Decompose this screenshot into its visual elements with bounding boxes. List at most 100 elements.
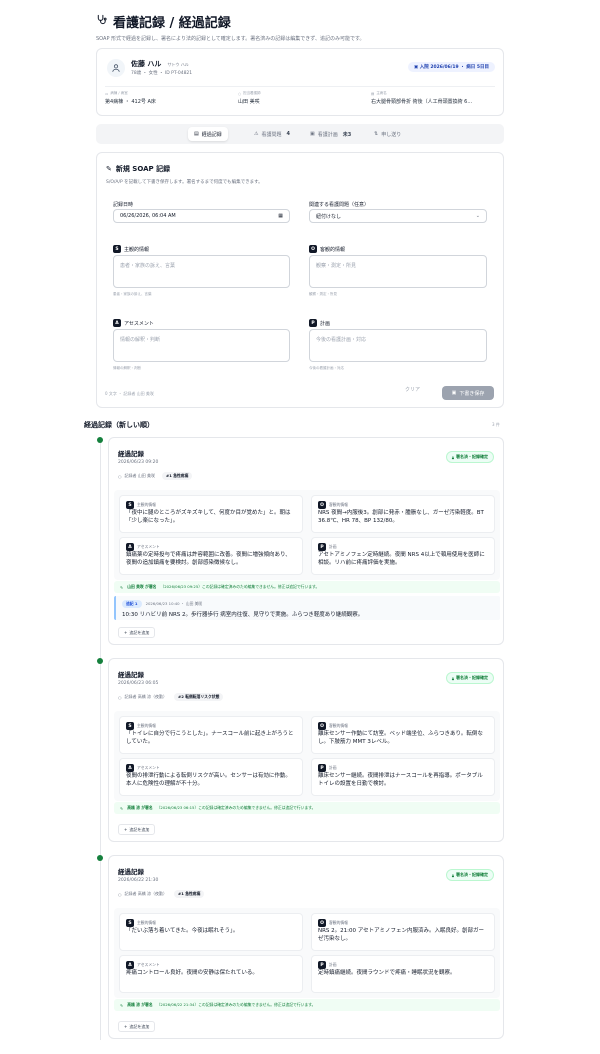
- entry-recorder: ○ 記録者 高橋 涼（夜勤） #2 転倒転落リスク状態: [118, 693, 224, 701]
- records-section-title: 経過記録（新しい順）: [84, 421, 154, 429]
- add-addendum-button[interactable]: + 追記を追加: [118, 627, 156, 638]
- divider: [105, 86, 495, 87]
- p-label: P 計画: [309, 319, 330, 327]
- soap-grid: S 主観的情報 「夜中に腿のところがズキズキして、何度か目が覚めた」と。朝は「少し…: [114, 490, 500, 580]
- clear-button[interactable]: クリア: [405, 386, 420, 393]
- s-hint: 患者・家族の訴え、言葉: [113, 292, 152, 296]
- soap-o: O 客観的情報 離床センサー作動にて訪室。ベッド端坐位、ふらつきあり。転倒なし。下…: [311, 716, 495, 754]
- record-entry: 経過記録 2026/06/23 09:20 ○ 記録者 山田 美咲 #1 急性疼…: [108, 437, 504, 645]
- tab-handover[interactable]: ⇅ 申し送り: [368, 127, 407, 141]
- document-icon: ▤: [194, 131, 199, 137]
- page-header: 看護記録 / 経過記録 SOAP 形式で経過を記録し、署名により法的記録として確…: [96, 12, 516, 42]
- tab-progress-record[interactable]: ▤ 経過記録: [188, 127, 228, 141]
- person-icon: ○: [118, 473, 122, 479]
- soap-a: A アセスメント 夜間の排泄行動による転倒リスクが高い。センサーは有効に作動。本人…: [119, 758, 303, 796]
- person-icon: ○: [238, 91, 242, 96]
- patient-meta: 78歳 ・ 女性 ・ ID PT-04821: [131, 71, 193, 76]
- entry-time: 2026/06/23 09:20: [118, 460, 159, 465]
- lock-icon: 🔒︎: [451, 454, 454, 460]
- timeline-line: [99, 440, 101, 1040]
- record-entry: 経過記録 2026/06/22 21:30 ○ 記録者 高橋 涼（夜勤） #1 …: [108, 855, 504, 1039]
- soap-s: S 主観的情報 「トイレに自分で行こうとした」。ナースコール前に起き上がろうとして…: [119, 716, 303, 754]
- a-textarea[interactable]: 情報の解釈・判断: [113, 329, 290, 362]
- record-tabs: ▤ 経過記録 ⚠ 看護問題 4 ▣ 看護計画 未3 ⇅ 申し送り: [96, 124, 504, 144]
- soap-s: S 主観的情報 「夜中に腿のところがズキズキして、何度か目が覚めた」と。朝は「少し…: [119, 495, 303, 533]
- calendar-icon: ▣: [413, 65, 419, 70]
- tab-nursing-plan[interactable]: ▣ 看護計画 未3: [304, 127, 357, 141]
- new-soap-description: S/O/A/P を記載して下書き保存します。署名するまで何度でも編集できます。: [106, 180, 263, 185]
- soap-grid: S 主観的情報 「だいぶ落ち着いてきた。今夜は眠れそう」。 O 客観的情報 NRS …: [114, 908, 500, 998]
- problem-label: 関連する看護問題（任意）: [309, 202, 370, 208]
- nursing-record-page: 看護記録 / 経過記録 SOAP 形式で経過を記録し、署名により法的記録として確…: [0, 0, 600, 1054]
- chevron-down-icon: ⌄: [475, 213, 480, 219]
- a-label: A アセスメント: [113, 319, 154, 327]
- swap-icon: ⇅: [374, 131, 379, 137]
- pen-icon: ✎: [120, 805, 124, 811]
- new-soap-title: ✎ 新規 SOAP 記録: [106, 165, 171, 173]
- entry-recorder: ○ 記録者 高橋 涼（夜勤） #1 急性疼痛: [118, 890, 205, 898]
- datetime-input[interactable]: 06/26/2026, 06:04 AM ▦: [113, 209, 290, 223]
- s-label: S 主観的情報: [113, 245, 149, 253]
- add-addendum-button[interactable]: + 追記を追加: [118, 824, 156, 835]
- bed-icon: ▭: [105, 91, 109, 96]
- pen-icon: ✎: [120, 1002, 124, 1008]
- signed-badge: 🔒︎ 署名済・記録確定: [445, 451, 494, 463]
- soap-p: P 計画 アセトアミノフェン定時継続。夜間 NRS 4以上で頓用使用を医師に相談。…: [311, 537, 495, 575]
- soap-a: A アセスメント 鎮痛薬の定時投与で疼痛は許容範囲に改善。夜間に増強傾向あり、夜間…: [119, 537, 303, 575]
- signature-notice: ✎ 山田 美咲 が署名 （2026/06/23 09:25）この記録は確定済みの…: [114, 581, 500, 593]
- entry-title: 経過記録: [118, 450, 144, 458]
- page-title: 看護記録 / 経過記録: [96, 12, 516, 31]
- lock-icon: 🔒︎: [451, 675, 454, 681]
- signed-badge: 🔒︎ 署名済・記録確定: [445, 672, 494, 684]
- soap-o: O 客観的情報 NRS 夜間→内服後3。創部に発赤・腫脹なし、ガーゼ汚染軽度。BT…: [311, 495, 495, 533]
- new-soap-footer-meta: 0 文字 ・ 記録者 山田 美咲: [105, 391, 154, 396]
- diagnosis-info: ▤ 主病名 右大腿骨頸部骨折 術後（人工骨頭置換術 6...: [371, 91, 473, 105]
- plus-icon: +: [124, 1024, 128, 1029]
- signature-notice: ✎ 高橋 涼 が署名 （2026/06/22 21:34）この記録は確定済みのた…: [114, 999, 500, 1011]
- save-draft-button[interactable]: ▣ 下書き保存: [442, 386, 494, 400]
- timeline-dot: [97, 855, 103, 861]
- record-entry: 経過記録 2026/06/23 06:05 ○ 記録者 高橋 涼（夜勤） #2 …: [108, 658, 504, 842]
- entry-title: 経過記録: [118, 868, 144, 876]
- user-icon: [112, 64, 120, 72]
- addendum-pill: 追記 1: [122, 600, 142, 608]
- ward-info: ▭ 病棟 / 病室 第4病棟 ・ 412号 A床: [105, 91, 156, 105]
- avatar: [107, 59, 125, 77]
- entry-time: 2026/06/23 06:05: [118, 681, 159, 686]
- alert-icon: ⚠: [254, 131, 259, 137]
- lock-icon: 🔒︎: [451, 872, 454, 878]
- o-label: O 客観的情報: [309, 245, 345, 253]
- entry-time: 2026/06/22 21:30: [118, 878, 159, 883]
- problem-tag: #1 急性疼痛: [162, 472, 193, 480]
- patient-kana: サトウ ハル: [167, 62, 189, 67]
- signature-notice: ✎ 高橋 涼 が署名 （2026/06/23 06:15）この記録は確定済みのた…: [114, 802, 500, 814]
- stethoscope-icon: [96, 14, 107, 29]
- problem-tag: #1 急性疼痛: [174, 890, 205, 898]
- p-hint: 今後の看護計画・対応: [309, 366, 344, 370]
- patient-name: 佐藤 ハル サトウ ハル: [131, 60, 189, 68]
- patient-card: 佐藤 ハル サトウ ハル 78歳 ・ 女性 ・ ID PT-04821 ▣ 入院 …: [96, 48, 504, 116]
- entry-title: 経過記録: [118, 671, 144, 679]
- clipboard-icon: ▣: [310, 131, 315, 137]
- page-title-text: 看護記録 / 経過記録: [113, 16, 231, 31]
- admission-badge: ▣ 入院 2026/06/19 ・ 病日 5日目: [407, 62, 495, 72]
- soap-s: S 主観的情報 「だいぶ落ち着いてきた。今夜は眠れそう」。: [119, 913, 303, 951]
- problem-select[interactable]: 紐付けなし ⌄: [309, 209, 487, 223]
- timeline-dot: [97, 658, 103, 664]
- p-textarea[interactable]: 今後の看護計画・対応: [309, 329, 487, 362]
- nurse-info: ○ 担当看護師 山田 美咲: [238, 91, 261, 105]
- soap-p: P 計画 離床センサー継続。夜間排泄はナースコールを再指導。ポータブルトイレの設置…: [311, 758, 495, 796]
- addendum: 追記 1 2026/06/23 10:40 ・ 山田 美咲 10:30 リハビリ…: [114, 596, 500, 620]
- soap-p: P 計画 定時鎮痛継続。夜間ラウンドで疼痛・睡眠状況を観察。: [311, 955, 495, 993]
- calendar-icon: ▦: [278, 213, 283, 219]
- pen-icon: ✎: [120, 584, 124, 590]
- add-addendum-button[interactable]: + 追記を追加: [118, 1021, 156, 1032]
- signed-badge: 🔒︎ 署名済・記録確定: [445, 869, 494, 881]
- s-textarea[interactable]: 患者・家族の訴え、言葉: [113, 255, 290, 288]
- page-subtitle: SOAP 形式で経過を記録し、署名により法的記録として確定します。署名済みの記録…: [96, 36, 365, 42]
- o-hint: 観察・測定・所見: [309, 292, 337, 296]
- soap-a: A アセスメント 疼痛コントロール良好。夜間の安静は保たれている。: [119, 955, 303, 993]
- entry-recorder: ○ 記録者 山田 美咲 #1 急性疼痛: [118, 472, 193, 480]
- tab-nursing-problems[interactable]: ⚠ 看護問題 4: [248, 127, 296, 141]
- o-textarea[interactable]: 観察・測定・所見: [309, 255, 487, 288]
